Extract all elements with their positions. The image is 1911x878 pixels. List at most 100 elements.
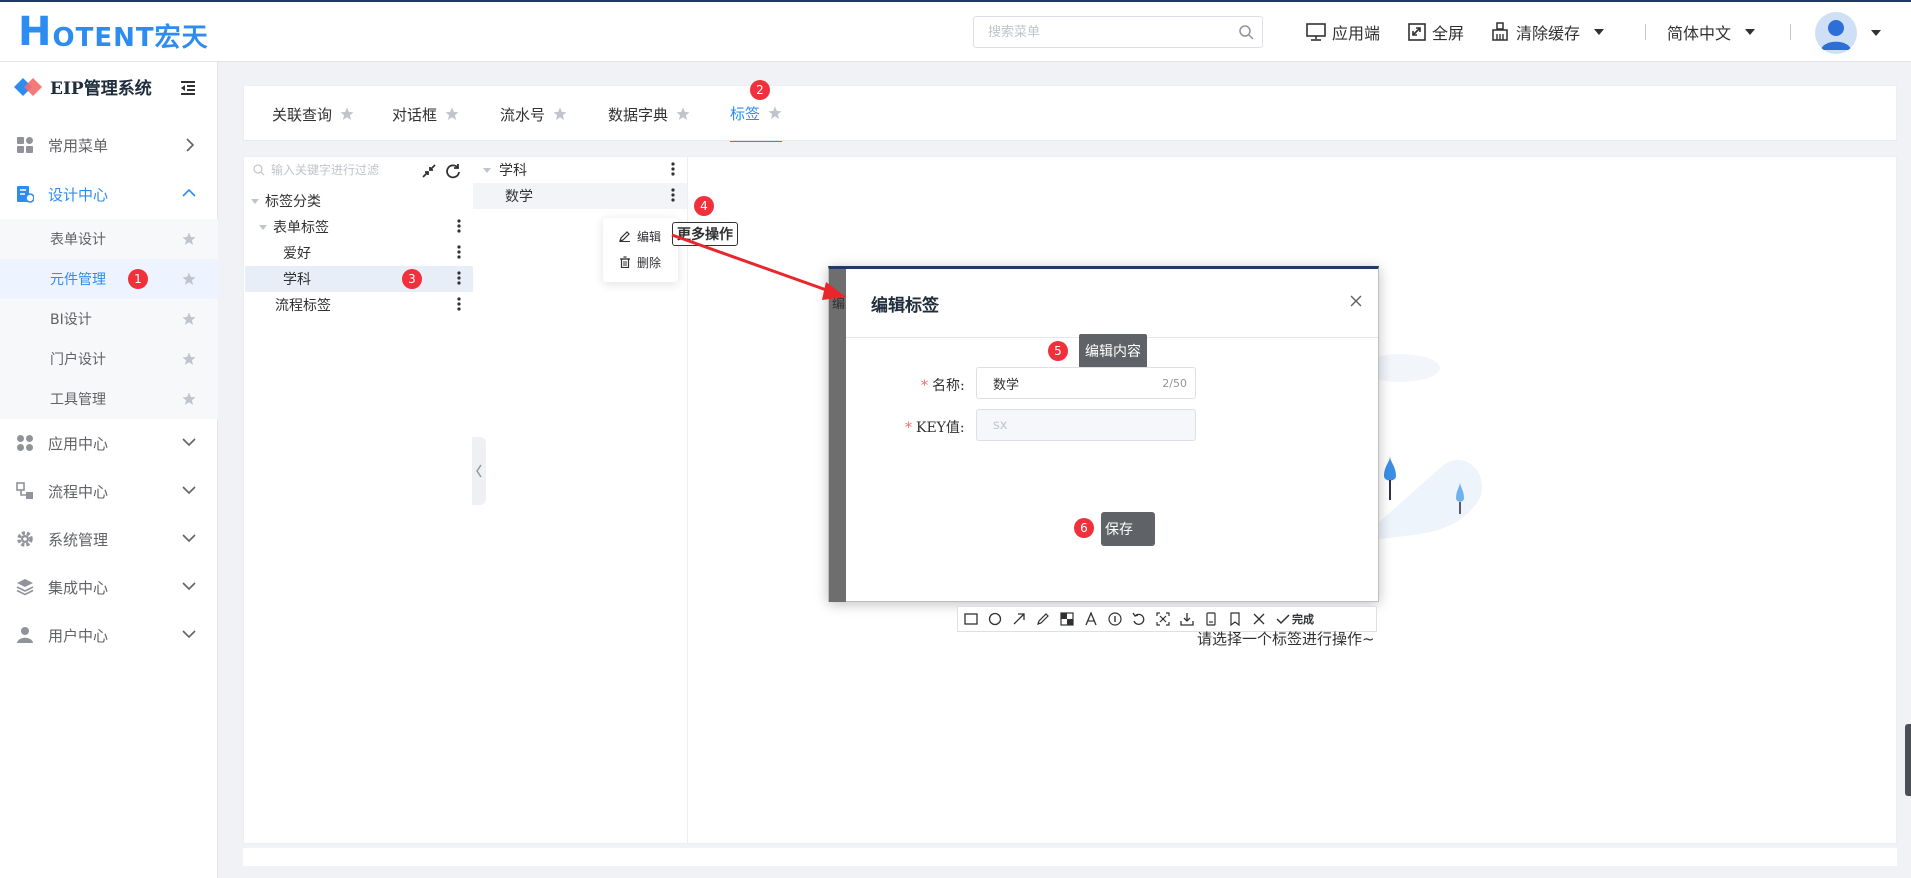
- submenu-item-bi[interactable]: BI设计: [0, 299, 218, 339]
- tree-node-selected[interactable]: 学科 3: [245, 266, 473, 292]
- tree-node[interactable]: 表单标签: [245, 214, 473, 240]
- pin-icon[interactable]: [1204, 612, 1218, 626]
- sidebar-item-label: 应用中心: [48, 434, 109, 453]
- chevron-down-icon: [182, 628, 196, 640]
- collapse-sidebar-icon[interactable]: [180, 80, 196, 96]
- more-vertical-icon[interactable]: [457, 297, 461, 311]
- number-marker-icon[interactable]: [1108, 612, 1122, 626]
- bookmark-icon[interactable]: [1228, 612, 1242, 626]
- user-icon: [16, 626, 34, 644]
- menu-item-delete[interactable]: 删除: [619, 250, 661, 274]
- user-menu-chevron-icon[interactable]: [1871, 30, 1881, 36]
- menu-item-label: 删除: [637, 255, 662, 270]
- name-input[interactable]: 数学 2/50: [976, 367, 1196, 399]
- key-input[interactable]: sx: [976, 409, 1196, 441]
- sidebar-item-common[interactable]: 常用菜单: [0, 121, 218, 169]
- tree-node[interactable]: 爱好: [245, 240, 473, 266]
- star-icon[interactable]: [182, 392, 196, 406]
- submenu-item-form-design[interactable]: 表单设计: [0, 219, 218, 259]
- app-end-label: 应用端: [1332, 24, 1381, 43]
- star-icon[interactable]: [676, 107, 690, 121]
- key-input-value: sx: [993, 417, 1008, 433]
- submenu-item-tools[interactable]: 工具管理: [0, 379, 218, 419]
- sidebar-item-user[interactable]: 用户中心: [0, 611, 218, 659]
- star-icon[interactable]: [768, 106, 782, 120]
- menu-item-edit[interactable]: 编辑: [619, 224, 661, 248]
- done-button[interactable]: 完成: [1276, 611, 1314, 627]
- fullscreen-button[interactable]: 全屏: [1408, 18, 1464, 46]
- collapse-all-icon[interactable]: [422, 164, 436, 178]
- menu-search-input[interactable]: [974, 17, 1224, 47]
- undo-icon[interactable]: [1132, 612, 1146, 626]
- text-icon[interactable]: [1084, 612, 1098, 626]
- sidebar-item-system[interactable]: 系统管理: [0, 515, 218, 563]
- language-select[interactable]: 简体中文: [1667, 18, 1756, 46]
- star-icon[interactable]: [340, 107, 354, 121]
- refresh-icon[interactable]: [445, 163, 461, 179]
- app-end-button[interactable]: 应用端: [1306, 18, 1380, 46]
- done-label: 完成: [1292, 613, 1314, 626]
- name-field-label: * 名称:: [921, 378, 965, 394]
- download-icon[interactable]: [1180, 612, 1194, 626]
- sidebar-item-design[interactable]: 设计中心: [0, 170, 218, 218]
- tree-filter[interactable]: 输入关键字进行过滤: [253, 161, 379, 178]
- more-vertical-icon[interactable]: [671, 162, 675, 176]
- submenu-item-component[interactable]: 元件管理 1: [0, 259, 218, 299]
- tab-data-dictionary[interactable]: 数据字典: [608, 86, 690, 142]
- tree-node[interactable]: 流程标签: [245, 292, 473, 318]
- sidebar: EIP管理系统 常用菜单 设计中心 表单设计 元件管理 1 BI设计 门户设计 …: [0, 62, 218, 878]
- sidebar-item-label: 设计中心: [48, 185, 109, 204]
- divider: [1790, 24, 1791, 40]
- more-vertical-icon[interactable]: [457, 219, 461, 233]
- more-vertical-icon[interactable]: [671, 188, 675, 202]
- close-icon[interactable]: [1350, 295, 1362, 307]
- side-widget-tab[interactable]: [1905, 724, 1911, 796]
- save-button[interactable]: 保存: [1101, 512, 1155, 546]
- name-input-value: 数学: [993, 377, 1020, 393]
- search-icon[interactable]: [1238, 24, 1254, 40]
- sidebar-item-label: 系统管理: [48, 530, 109, 549]
- step-badge: 2: [750, 80, 770, 100]
- rectangle-icon[interactable]: [964, 612, 978, 626]
- tab-related-query[interactable]: 关联查询: [272, 86, 354, 142]
- menu-search[interactable]: [973, 16, 1263, 48]
- star-icon[interactable]: [182, 312, 196, 326]
- panel-collapse-handle[interactable]: [472, 437, 486, 505]
- star-icon[interactable]: [445, 107, 459, 121]
- avatar[interactable]: [1815, 12, 1857, 54]
- chevron-up-icon: [182, 187, 196, 199]
- trash-icon: [619, 256, 631, 268]
- sidebar-item-apps[interactable]: 应用中心: [0, 419, 218, 467]
- tab-dialog[interactable]: 对话框: [392, 86, 459, 142]
- tree-node[interactable]: 数学: [473, 183, 687, 209]
- star-icon[interactable]: [182, 352, 196, 366]
- star-icon[interactable]: [182, 232, 196, 246]
- expand-triangle-icon[interactable]: [483, 167, 491, 173]
- star-icon[interactable]: [553, 107, 567, 121]
- more-vertical-icon[interactable]: [457, 245, 461, 259]
- tab-serial-number[interactable]: 流水号: [500, 86, 567, 142]
- sidebar-item-flow[interactable]: 流程中心: [0, 467, 218, 515]
- tree-node[interactable]: 学科: [473, 157, 687, 183]
- expand-triangle-icon[interactable]: [251, 198, 259, 204]
- submenu-label: 工具管理: [50, 392, 106, 408]
- mosaic-icon[interactable]: [1060, 612, 1074, 626]
- pencil-icon[interactable]: [1036, 612, 1050, 626]
- cancel-icon[interactable]: [1252, 612, 1266, 626]
- hotent-logo[interactable]: H OTENT宏天: [18, 12, 209, 52]
- ocr-icon[interactable]: [1156, 612, 1170, 626]
- clear-cache-button[interactable]: 清除缓存: [1490, 18, 1605, 46]
- top-header: H OTENT宏天 应用端 全屏 清除缓存 简体中文: [0, 0, 1911, 62]
- expand-triangle-icon[interactable]: [259, 224, 267, 230]
- sidebar-item-integration[interactable]: 集成中心: [0, 563, 218, 611]
- more-vertical-icon[interactable]: [457, 271, 461, 285]
- empty-state-hint: 请选择一个标签进行操作~: [1197, 630, 1375, 648]
- submenu-item-portal[interactable]: 门户设计: [0, 339, 218, 379]
- submenu-label: 元件管理: [50, 272, 106, 288]
- tree-node[interactable]: 标签分类: [245, 188, 473, 214]
- circle-icon[interactable]: [988, 612, 1002, 626]
- star-icon[interactable]: [182, 272, 196, 286]
- arrow-icon[interactable]: [1012, 612, 1026, 626]
- step-badge: 3: [402, 269, 422, 289]
- step-badge: 6: [1074, 518, 1094, 538]
